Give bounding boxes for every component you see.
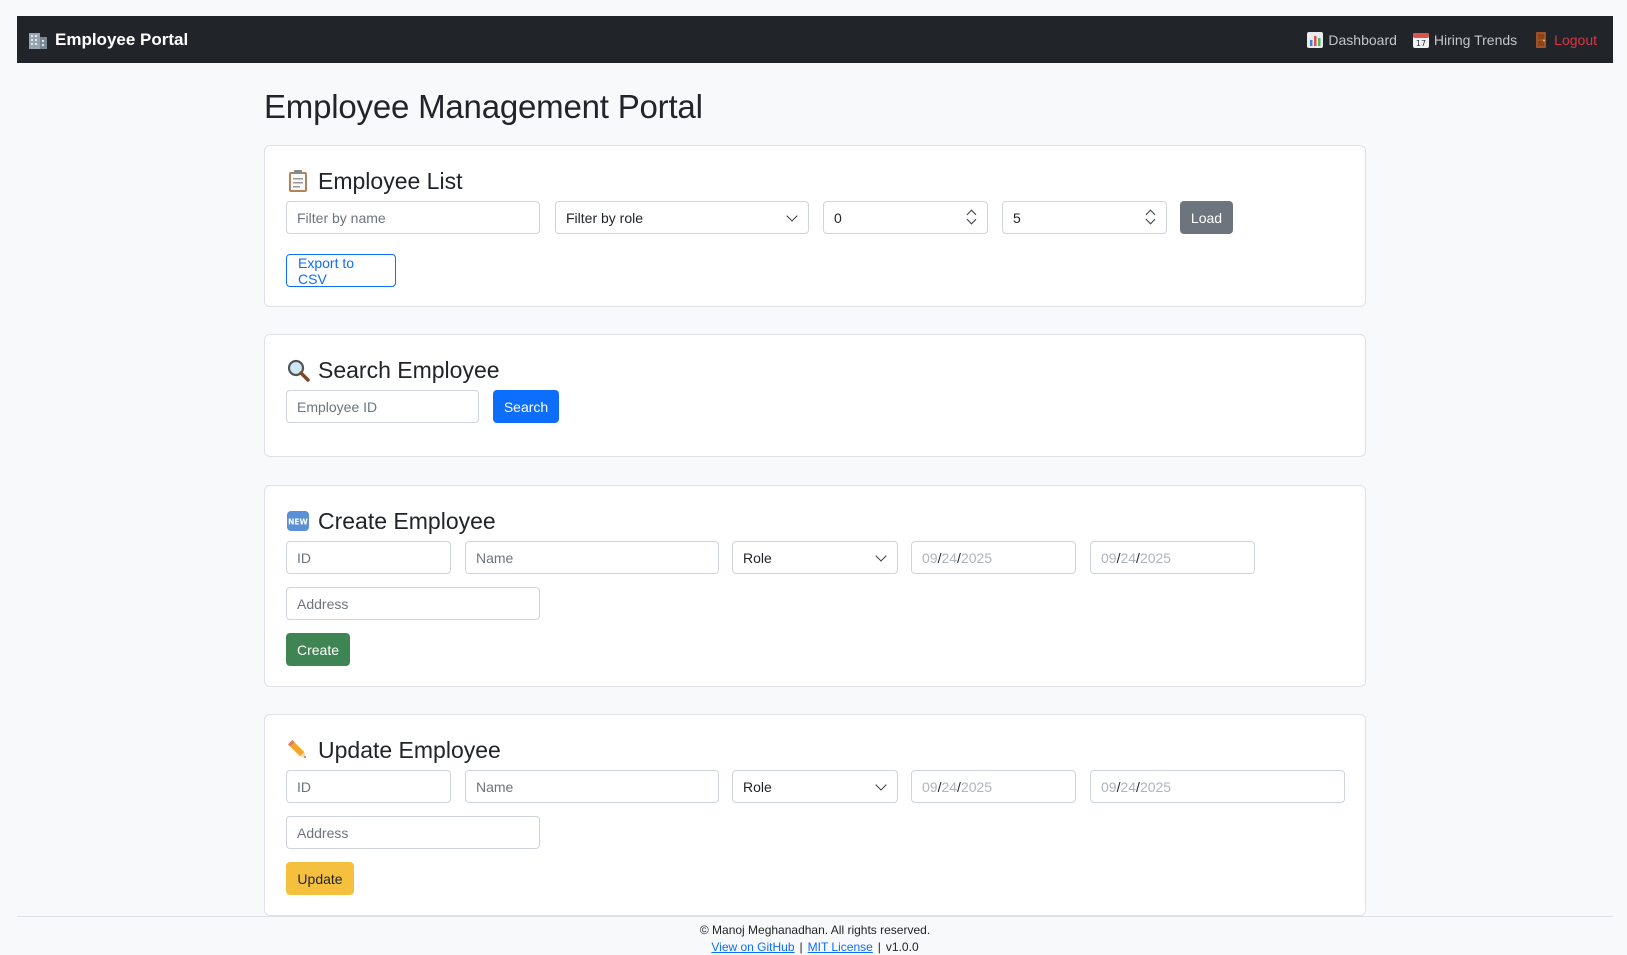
- update-employee-heading: Update Employee: [286, 735, 1344, 765]
- create-role-select[interactable]: Role: [732, 541, 898, 574]
- page-size-value: 5: [1013, 209, 1021, 226]
- create-button[interactable]: Create: [286, 633, 350, 666]
- calendar-icon: 17: [1412, 32, 1429, 48]
- filter-name-input[interactable]: Filter by name: [286, 201, 540, 234]
- nav-logout[interactable]: Logout: [1533, 31, 1597, 48]
- page-size-input[interactable]: 5: [1002, 201, 1167, 234]
- create-employee-title: Create Employee: [318, 507, 496, 534]
- svg-text:NEW: NEW: [288, 518, 308, 527]
- search-employee-card: Search Employee Employee ID Search: [264, 334, 1366, 457]
- update-employee-title: Update Employee: [318, 736, 501, 763]
- chevron-down-icon: [875, 550, 887, 562]
- update-address-input[interactable]: Address: [286, 816, 540, 849]
- door-icon: [1533, 31, 1549, 48]
- search-button[interactable]: Search: [493, 390, 559, 423]
- office-building-icon: [28, 31, 48, 49]
- bar-chart-icon: [1307, 31, 1324, 48]
- date-day: 24: [1120, 778, 1137, 795]
- update-role-select-value: Role: [743, 778, 772, 795]
- create-role-select-value: Role: [743, 549, 772, 566]
- update-role-select[interactable]: Role: [732, 770, 898, 803]
- nav-logout-label: Logout: [1554, 31, 1597, 48]
- footer-links: View on GitHub | MIT License | v1.0.0: [17, 940, 1613, 954]
- chevron-down-icon: [875, 779, 887, 791]
- create-address-input[interactable]: Address: [286, 587, 540, 620]
- date-year: 2025: [960, 778, 993, 795]
- update-id-input[interactable]: ID: [286, 770, 451, 803]
- employee-list-title: Employee List: [318, 167, 463, 194]
- footer-copyright: © Manoj Meghanadhan. All rights reserved…: [699, 923, 931, 937]
- update-end-date-input[interactable]: 09/24/2025: [1090, 770, 1345, 803]
- page-number-input[interactable]: 0: [823, 201, 988, 234]
- nav-hiring-trends[interactable]: 17 Hiring Trends: [1412, 31, 1518, 48]
- new-badge-icon: NEW: [286, 509, 310, 533]
- pencil-icon: [286, 738, 310, 762]
- employee-id-input[interactable]: Employee ID: [286, 390, 479, 423]
- update-name-input[interactable]: Name: [465, 770, 719, 803]
- date-month: 09: [922, 549, 938, 566]
- stepper-icon[interactable]: [967, 209, 977, 226]
- employee-list-card: Employee List Filter by name Filter by r…: [264, 145, 1366, 307]
- top-navbar: Employee Portal Dashboard 17 Hiring Tren…: [17, 16, 1613, 63]
- clipboard-icon: [286, 169, 310, 193]
- nav-dashboard[interactable]: Dashboard: [1307, 31, 1397, 48]
- create-employee-card: NEW Create Employee ID Name Role 09/24/2…: [264, 485, 1366, 687]
- update-employee-card: Update Employee ID Name Role 09/24/2025 …: [264, 714, 1366, 916]
- date-day: 24: [941, 778, 958, 795]
- update-hire-date-input[interactable]: 09/24/2025: [911, 770, 1076, 803]
- version-label: v1.0.0: [885, 940, 919, 954]
- create-hire-date-input[interactable]: 09/24/2025: [911, 541, 1076, 574]
- footer-separator: |: [799, 940, 803, 954]
- stepper-icon[interactable]: [1146, 209, 1156, 226]
- brand-label: Employee Portal: [55, 29, 189, 49]
- filter-role-select[interactable]: Filter by role: [555, 201, 809, 234]
- create-employee-heading: NEW Create Employee: [286, 506, 1344, 536]
- nav-hiring-trends-label: Hiring Trends: [1433, 31, 1518, 48]
- date-day: 24: [941, 549, 958, 566]
- footer-separator: |: [877, 940, 881, 954]
- create-name-input[interactable]: Name: [465, 541, 719, 574]
- employee-list-heading: Employee List: [286, 166, 1344, 196]
- magnifier-icon: [286, 358, 310, 382]
- nav-links: Dashboard 17 Hiring Trends Logout: [1307, 31, 1597, 48]
- date-day: 24: [1120, 549, 1137, 566]
- date-month: 09: [1101, 549, 1117, 566]
- update-button[interactable]: Update: [286, 862, 354, 895]
- main-container: Employee Management Portal Employee List…: [264, 63, 1366, 916]
- create-id-input[interactable]: ID: [286, 541, 451, 574]
- nav-dashboard-label: Dashboard: [1328, 31, 1397, 48]
- svg-text:17: 17: [1416, 39, 1426, 48]
- page-title: Employee Management Portal: [264, 88, 703, 125]
- chevron-down-icon: [786, 210, 798, 222]
- filter-role-select-value: Filter by role: [566, 209, 644, 226]
- date-year: 2025: [960, 549, 993, 566]
- search-employee-title: Search Employee: [318, 356, 500, 383]
- create-end-date-input[interactable]: 09/24/2025: [1090, 541, 1255, 574]
- page-number-value: 0: [834, 209, 842, 226]
- search-employee-heading: Search Employee: [286, 355, 1344, 385]
- github-link[interactable]: View on GitHub: [711, 940, 794, 954]
- license-link[interactable]: MIT License: [808, 940, 873, 954]
- date-month: 09: [1101, 778, 1117, 795]
- date-year: 2025: [1139, 549, 1172, 566]
- footer: © Manoj Meghanadhan. All rights reserved…: [17, 916, 1613, 955]
- load-button[interactable]: Load: [1180, 201, 1233, 234]
- date-year: 2025: [1139, 778, 1172, 795]
- brand[interactable]: Employee Portal: [28, 30, 188, 50]
- export-csv-button[interactable]: Export to CSV: [286, 254, 396, 287]
- date-month: 09: [922, 778, 938, 795]
